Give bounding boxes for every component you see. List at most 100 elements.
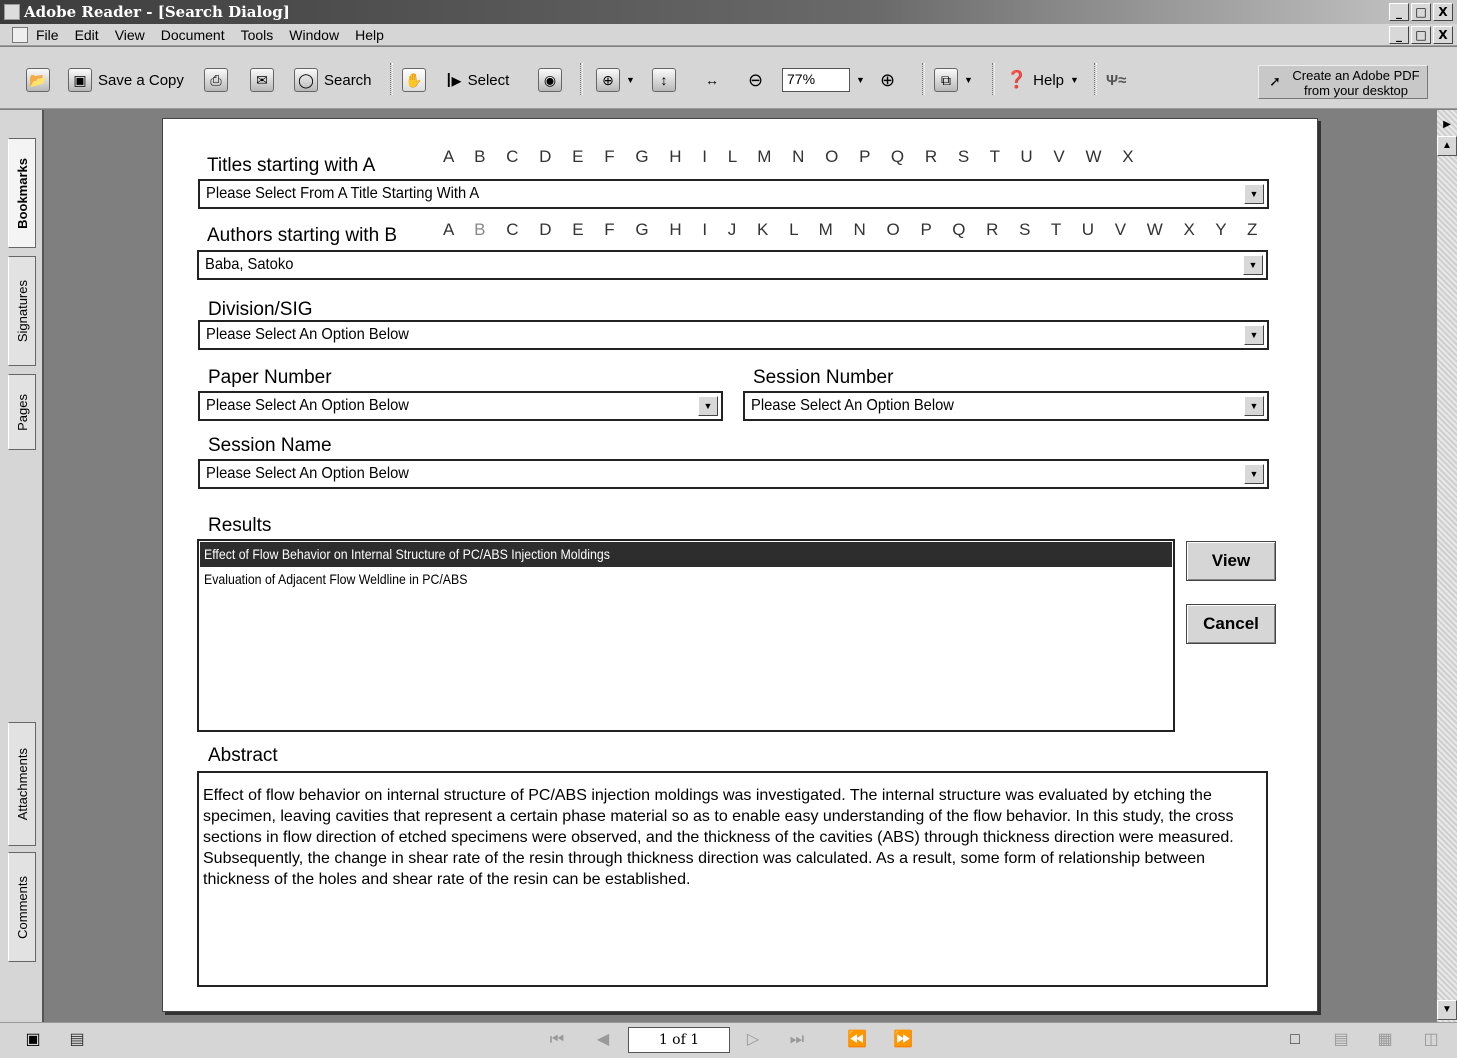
doc-close-button[interactable]: X xyxy=(1433,26,1453,44)
first-page-icon[interactable]: ⏮ xyxy=(546,1029,568,1051)
authors-alphabet[interactable]: A B C D E F G H I J K L M N O P Q R S T … xyxy=(443,220,1265,240)
create-adobe-pdf-button[interactable]: ➚ Create an Adobe PDF from your desktop xyxy=(1258,65,1428,99)
results-label: Results xyxy=(208,515,272,536)
results-list[interactable]: Effect of Flow Behavior on Internal Stru… xyxy=(197,539,1175,732)
scroll-up-button[interactable]: ▲ xyxy=(1437,136,1457,156)
navigation-pane: Bookmarks Signatures Pages Attachments C… xyxy=(0,110,44,1022)
dropdown-arrow-icon[interactable]: ▼ xyxy=(1244,325,1264,345)
session-name-select[interactable]: Please Select An Option Below ▼ xyxy=(198,459,1269,489)
page-layout-icon[interactable]: ▣ xyxy=(22,1029,44,1051)
continuous-icon[interactable]: ▤ xyxy=(1330,1029,1352,1051)
menu-view[interactable]: View xyxy=(115,27,145,43)
close-button[interactable]: X xyxy=(1433,3,1453,21)
dropdown-arrow-icon[interactable]: ▼ xyxy=(1244,184,1264,204)
session-number-label: Session Number xyxy=(753,367,894,388)
last-page-icon[interactable]: ⏭ xyxy=(786,1029,808,1051)
zoom-out-icon[interactable]: ⊖ xyxy=(748,70,763,91)
email-icon[interactable]: ✉ xyxy=(250,68,274,92)
tab-attachments[interactable]: Attachments xyxy=(8,722,36,846)
division-select[interactable]: Please Select An Option Below ▼ xyxy=(198,320,1269,350)
author-letters-rest[interactable]: C D E F G H I J K L M N O P Q R S T U V … xyxy=(506,220,1265,239)
cancel-button[interactable]: Cancel xyxy=(1186,604,1276,644)
fit-page-icon[interactable]: ↕ xyxy=(652,68,676,92)
document-properties-icon[interactable]: ▤ xyxy=(66,1029,88,1051)
author-letter-b[interactable]: B xyxy=(474,220,493,239)
floppy-disk-icon: ▣ xyxy=(68,68,92,92)
scroll-down-button[interactable]: ▼ xyxy=(1437,1000,1457,1020)
view-button[interactable]: View xyxy=(1186,541,1276,581)
tab-bookmarks[interactable]: Bookmarks xyxy=(8,138,36,248)
abstract-label: Abstract xyxy=(208,745,278,766)
paper-number-select[interactable]: Please Select An Option Below ▼ xyxy=(198,391,723,421)
search-button[interactable]: ◯ Search xyxy=(294,65,372,95)
rotate-view-icon[interactable]: ⧉ xyxy=(934,68,958,92)
toolbar-separator xyxy=(922,63,925,95)
save-copy-button[interactable]: ▣ Save a Copy xyxy=(68,65,184,95)
tab-pages-label: Pages xyxy=(14,393,30,431)
next-view-icon[interactable]: ⏩ xyxy=(892,1029,914,1051)
minimize-button[interactable]: _ xyxy=(1389,3,1409,21)
status-bar: ▣ ▤ ⏮ ◀ 1 of 1 ▷ ⏭ ⏪ ⏩ □ ▤ ▦ ◫ xyxy=(0,1022,1457,1058)
page-number-field[interactable]: 1 of 1 xyxy=(628,1027,730,1053)
titles-label: Titles starting with A xyxy=(207,155,376,176)
dropdown-arrow-icon[interactable]: ▼ xyxy=(1244,396,1264,416)
menu-window[interactable]: Window xyxy=(289,27,339,43)
menu-document[interactable]: Document xyxy=(161,27,225,43)
list-item[interactable]: Effect of Flow Behavior on Internal Stru… xyxy=(200,542,1172,567)
title-bar: Adobe Reader - [Search Dialog] _ □ X xyxy=(0,0,1457,24)
chevron-down-icon[interactable]: ▼ xyxy=(626,75,635,85)
open-icon[interactable]: 📂 xyxy=(26,68,50,92)
tab-comments-label: Comments xyxy=(14,875,30,939)
previous-page-icon[interactable]: ◀ xyxy=(592,1029,614,1051)
select-tool-button[interactable]: I▸ Select xyxy=(446,65,509,95)
restore-button[interactable]: □ xyxy=(1411,3,1431,21)
tab-signatures[interactable]: Signatures xyxy=(8,256,36,366)
menu-edit[interactable]: Edit xyxy=(75,27,99,43)
session-number-select[interactable]: Please Select An Option Below ▼ xyxy=(743,391,1269,421)
doc-minimize-button[interactable]: _ xyxy=(1389,26,1409,44)
print-icon[interactable]: ⎙ xyxy=(204,68,228,92)
search-label: Search xyxy=(324,71,372,89)
help-label: Help xyxy=(1033,71,1065,89)
authors-select[interactable]: Baba, Satoko ▼ xyxy=(197,250,1268,280)
author-letter-a[interactable]: A xyxy=(443,220,461,239)
toolbar-separator xyxy=(580,63,583,95)
vertical-scrollbar[interactable]: ▶ ▲ ▼ xyxy=(1437,110,1457,1022)
adobe-reader-icon xyxy=(4,4,20,20)
titles-select-value: Please Select From A Title Starting With… xyxy=(206,185,480,202)
help-button[interactable]: ❓ Help ▼ xyxy=(1006,65,1079,95)
zoom-in-icon[interactable]: ⊕ xyxy=(596,68,620,92)
menu-tools[interactable]: Tools xyxy=(241,27,274,43)
zoom-level-field[interactable]: 77% xyxy=(782,68,850,92)
snapshot-icon[interactable]: ◉ xyxy=(538,68,562,92)
menu-help[interactable]: Help xyxy=(355,27,384,43)
dropdown-arrow-icon[interactable]: ▼ xyxy=(698,396,718,416)
previous-view-icon[interactable]: ⏪ xyxy=(846,1029,868,1051)
session-number-select-value: Please Select An Option Below xyxy=(751,397,954,414)
division-select-value: Please Select An Option Below xyxy=(206,326,409,343)
document-icon[interactable] xyxy=(12,26,28,43)
menu-file[interactable]: File xyxy=(36,27,59,43)
chevron-down-icon[interactable]: ▼ xyxy=(964,75,973,85)
continuous-facing-icon[interactable]: ▦ xyxy=(1374,1029,1396,1051)
text-cursor-icon: I▸ xyxy=(446,69,462,92)
single-page-icon[interactable]: □ xyxy=(1284,1029,1306,1051)
zoom-in-circle-icon[interactable]: ⊕ xyxy=(880,70,895,91)
dropdown-arrow-icon[interactable]: ▼ xyxy=(1243,255,1263,275)
titles-alphabet[interactable]: A B C D E F G H I L M N O P Q R S T U V … xyxy=(443,147,1142,167)
facing-icon[interactable]: ◫ xyxy=(1420,1029,1442,1051)
yahoo-toolbar-icon[interactable]: Ψ≈ xyxy=(1106,72,1126,89)
dropdown-arrow-icon[interactable]: ▼ xyxy=(1244,464,1264,484)
titles-select[interactable]: Please Select From A Title Starting With… xyxy=(198,179,1269,209)
zoom-dropdown-icon[interactable]: ▼ xyxy=(856,75,865,85)
doc-restore-button[interactable]: □ xyxy=(1411,26,1431,44)
next-page-icon[interactable]: ▷ xyxy=(742,1029,764,1051)
play-arrow-icon[interactable]: ▶ xyxy=(1437,116,1457,136)
tab-pages[interactable]: Pages xyxy=(8,374,36,450)
hand-tool-icon[interactable]: ✋ xyxy=(402,68,426,92)
list-item[interactable]: Evaluation of Adjacent Flow Weldline in … xyxy=(200,567,1172,592)
toolbar: 📂 ▣ Save a Copy ⎙ ✉ ◯ Search ✋ I▸ Select… xyxy=(0,47,1457,109)
fit-width-icon[interactable]: ↔ xyxy=(700,68,724,92)
tab-comments[interactable]: Comments xyxy=(8,852,36,962)
abstract-text[interactable]: Effect of flow behavior on internal stru… xyxy=(197,771,1268,987)
